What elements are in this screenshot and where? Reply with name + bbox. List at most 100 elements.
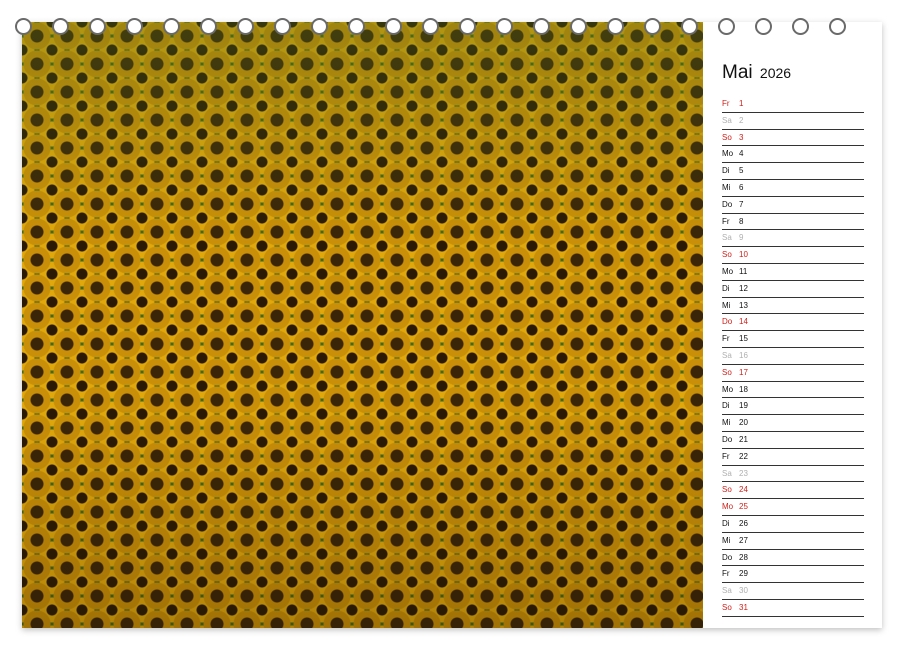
day-row: Fr 1 [722,96,864,113]
day-number: 5 [739,166,744,176]
day-number: 9 [739,233,744,243]
day-number: 28 [739,552,748,562]
day-row: Sa 23 [722,466,864,483]
day-row: Mi 20 [722,415,864,432]
day-row: Mo 18 [722,382,864,399]
day-row: Mo 25 [722,499,864,516]
month-calendar: Mai 2026 Fr 1 Sa 2 So 3 Mo 4 Di 5 Mi 6 Do 7 Fr 8 Sa 9 So 10… [722,60,864,617]
day-row: Do 28 [722,550,864,567]
day-row: Di 26 [722,516,864,533]
day-row: So 17 [722,365,864,382]
day-name: Mi [722,182,731,192]
day-name: Sa [722,350,732,360]
day-name: Fr [722,334,730,344]
day-number: 16 [739,350,748,360]
day-row: Mi 27 [722,533,864,550]
day-name: Fr [722,216,730,226]
day-number: 12 [739,283,748,293]
day-row: Mo 4 [722,146,864,164]
day-number: 29 [739,569,748,579]
day-name: Sa [722,586,732,596]
day-name: Do [722,199,733,209]
day-name: Mi [722,535,731,545]
day-row: Fr 15 [722,331,864,348]
binding-ring [15,18,32,35]
day-name: Mi [722,300,731,310]
day-row: So 24 [722,482,864,500]
day-number: 30 [739,586,748,596]
day-name: So [722,250,732,260]
day-name: So [722,367,732,377]
binding-ring [829,18,846,35]
day-number: 7 [739,199,744,209]
day-name: Do [722,552,733,562]
day-row: Mi 13 [722,298,864,315]
day-number: 25 [739,502,748,512]
day-number: 2 [739,115,744,125]
day-row: So 31 [722,600,864,617]
day-name: Mo [722,502,734,512]
day-row: Mo 11 [722,264,864,281]
day-list: Fr 1 Sa 2 So 3 Mo 4 Di 5 Mi 6 Do 7 Fr 8 Sa 9 So 10 Mo 11 Di 12 M… [722,96,864,617]
binding-ring [126,18,143,35]
binding-ring [792,18,809,35]
day-name: Mo [722,149,734,159]
month-name: Mai [722,62,753,83]
binding-ring [718,18,735,35]
day-number: 21 [739,434,748,444]
day-row: Mi 6 [722,180,864,197]
day-row: Sa 2 [722,113,864,130]
day-number: 19 [739,401,748,411]
day-name: Mi [722,418,731,428]
day-name: So [722,485,732,495]
day-number: 31 [739,602,748,612]
binding-ring [533,18,550,35]
day-name: Sa [722,468,732,478]
day-name: So [722,602,732,612]
day-number: 22 [739,451,748,461]
binding-ring [755,18,772,35]
day-number: 27 [739,535,748,545]
day-number: 1 [739,99,744,108]
day-number: 26 [739,518,748,528]
day-number: 14 [739,317,748,327]
binding-ring [570,18,587,35]
day-row: So 3 [722,130,864,147]
binding-ring [163,18,180,35]
binding-ring [385,18,402,35]
day-row: Fr 22 [722,449,864,466]
day-name: Fr [722,99,730,108]
day-row: Di 5 [722,163,864,180]
day-number: 24 [739,485,748,495]
day-row: Sa 9 [722,230,864,248]
binding-ring [274,18,291,35]
day-row: Sa 30 [722,583,864,600]
day-name: Mo [722,266,734,276]
day-number: 15 [739,334,748,344]
binding-ring [644,18,661,35]
day-number: 17 [739,367,748,377]
day-number: 8 [739,216,744,226]
month-year: 2026 [759,65,792,81]
sunflower-field-photo [22,22,703,628]
binding-ring [607,18,624,35]
day-name: Do [722,434,733,444]
day-name: Di [722,166,730,176]
day-row: Di 12 [722,281,864,298]
binding-ring [200,18,217,35]
day-name: Di [722,283,730,293]
day-name: Sa [722,233,732,243]
binding-ring [459,18,476,35]
day-row: Fr 8 [722,214,864,231]
day-row: Do 7 [722,197,864,214]
day-name: Mo [722,384,734,394]
day-number: 23 [739,468,748,478]
binding-ring [237,18,254,35]
day-name: Do [722,317,733,327]
day-number: 3 [739,132,744,142]
day-row: Di 19 [722,398,864,416]
day-row: Do 21 [722,432,864,449]
day-number: 6 [739,182,744,192]
binding-ring [681,18,698,35]
day-number: 20 [739,418,748,428]
